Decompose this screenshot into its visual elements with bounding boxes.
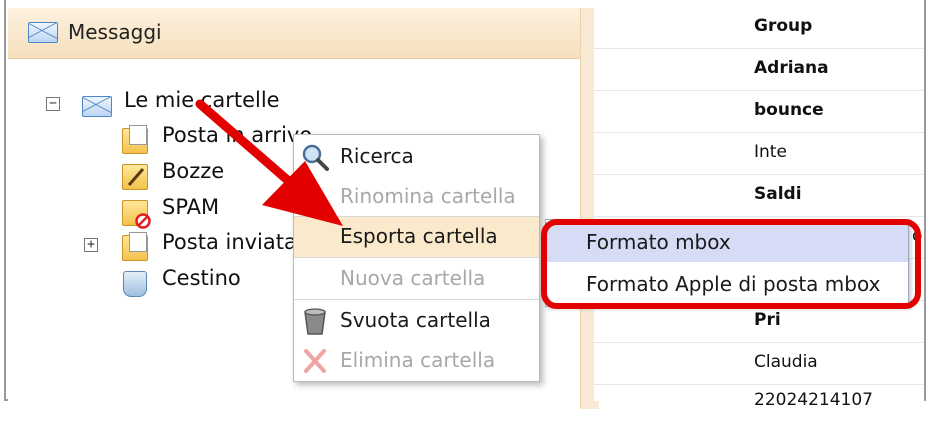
pointer-arrow-icon — [195, 99, 343, 226]
